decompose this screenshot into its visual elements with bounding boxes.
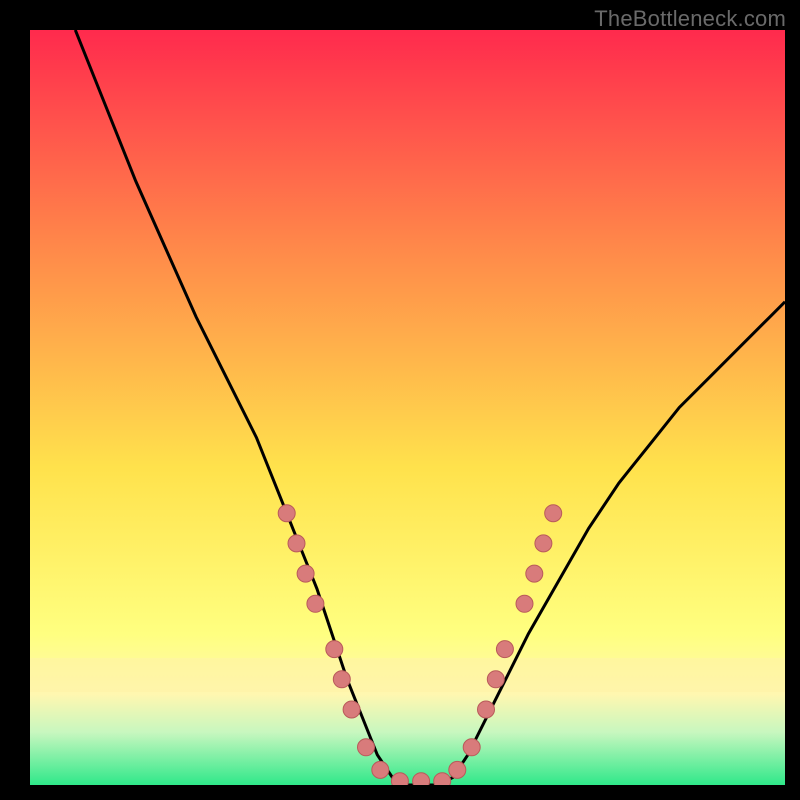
data-dot	[434, 773, 451, 785]
pale-band	[30, 658, 785, 692]
data-dot	[413, 773, 430, 785]
data-dot	[526, 565, 543, 582]
data-dot	[358, 739, 375, 756]
chart-svg	[30, 30, 785, 785]
data-dot	[372, 761, 389, 778]
data-dot	[307, 595, 324, 612]
data-dot	[496, 641, 513, 658]
watermark-text: TheBottleneck.com	[594, 6, 786, 32]
chart-frame: TheBottleneck.com	[0, 0, 800, 800]
data-dot	[326, 641, 343, 658]
data-dot	[343, 701, 360, 718]
data-dot	[516, 595, 533, 612]
data-dot	[487, 671, 504, 688]
data-dot	[478, 701, 495, 718]
plot-area	[30, 30, 785, 785]
data-dot	[333, 671, 350, 688]
data-dot	[278, 505, 295, 522]
data-dot	[463, 739, 480, 756]
data-dot	[449, 761, 466, 778]
data-dot	[391, 773, 408, 785]
data-dot	[535, 535, 552, 552]
data-dot	[288, 535, 305, 552]
data-dot	[297, 565, 314, 582]
data-dot	[545, 505, 562, 522]
